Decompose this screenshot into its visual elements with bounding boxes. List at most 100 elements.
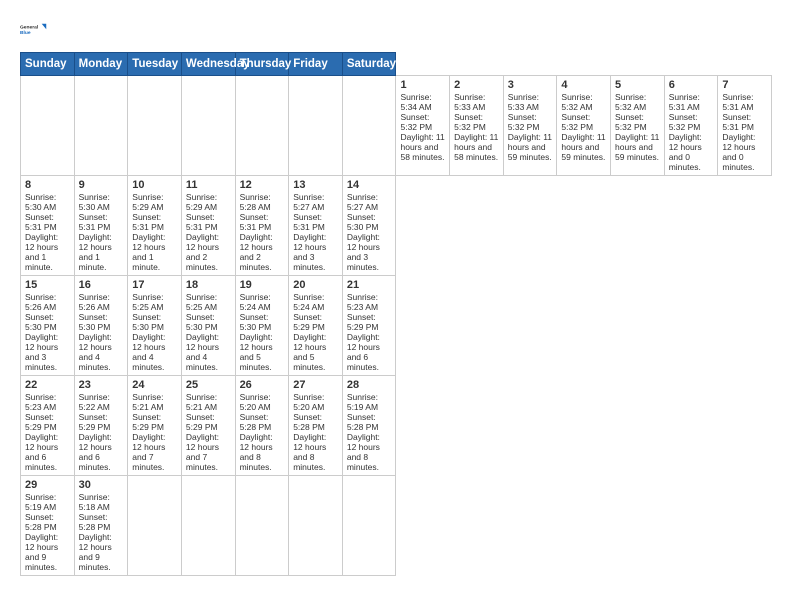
day-number: 4 xyxy=(561,79,606,91)
day-number: 17 xyxy=(132,279,177,291)
calendar-cell xyxy=(342,476,396,576)
day-header-thursday: Thursday xyxy=(235,53,289,76)
day-number: 25 xyxy=(186,379,231,391)
calendar-week-5: 29Sunrise: 5:19 AMSunset: 5:28 PMDayligh… xyxy=(21,476,772,576)
calendar-cell: 24Sunrise: 5:21 AMSunset: 5:29 PMDayligh… xyxy=(128,376,182,476)
sunset: Sunset: 5:31 PM xyxy=(722,112,754,132)
day-number: 23 xyxy=(79,379,124,391)
page: GeneralBlue SundayMondayTuesdayWednesday… xyxy=(0,0,792,612)
calendar-cell: 17Sunrise: 5:25 AMSunset: 5:30 PMDayligh… xyxy=(128,276,182,376)
daylight: Daylight: 12 hours and 3 minutes. xyxy=(293,232,326,272)
sunrise: Sunrise: 5:29 AM xyxy=(186,192,217,212)
daylight: Daylight: 12 hours and 0 minutes. xyxy=(669,132,702,172)
sunrise: Sunrise: 5:30 AM xyxy=(79,192,110,212)
sunrise: Sunrise: 5:33 AM xyxy=(454,92,485,112)
sunset: Sunset: 5:28 PM xyxy=(240,412,272,432)
day-number: 9 xyxy=(79,179,124,191)
sunrise: Sunrise: 5:19 AM xyxy=(347,392,378,412)
calendar-cell: 3Sunrise: 5:33 AMSunset: 5:32 PMDaylight… xyxy=(503,76,557,176)
calendar-cell: 12Sunrise: 5:28 AMSunset: 5:31 PMDayligh… xyxy=(235,176,289,276)
day-number: 1 xyxy=(400,79,445,91)
sunset: Sunset: 5:28 PM xyxy=(25,512,57,532)
calendar-cell xyxy=(128,476,182,576)
day-number: 6 xyxy=(669,79,714,91)
day-number: 3 xyxy=(508,79,553,91)
day-number: 22 xyxy=(25,379,70,391)
calendar-cell xyxy=(128,76,182,176)
daylight: Daylight: 11 hours and 59 minutes. xyxy=(561,132,605,162)
day-number: 28 xyxy=(347,379,392,391)
calendar-week-3: 15Sunrise: 5:26 AMSunset: 5:30 PMDayligh… xyxy=(21,276,772,376)
daylight: Daylight: 12 hours and 9 minutes. xyxy=(25,532,58,572)
sunset: Sunset: 5:31 PM xyxy=(25,212,57,232)
daylight: Daylight: 12 hours and 4 minutes. xyxy=(79,332,112,372)
day-header-friday: Friday xyxy=(289,53,343,76)
sunset: Sunset: 5:32 PM xyxy=(615,112,647,132)
logo: GeneralBlue xyxy=(20,16,48,44)
day-header-saturday: Saturday xyxy=(342,53,396,76)
sunset: Sunset: 5:31 PM xyxy=(79,212,111,232)
day-number: 19 xyxy=(240,279,285,291)
daylight: Daylight: 12 hours and 9 minutes. xyxy=(79,532,112,572)
day-number: 16 xyxy=(79,279,124,291)
daylight: Daylight: 12 hours and 1 minute. xyxy=(132,232,165,272)
sunset: Sunset: 5:28 PM xyxy=(347,412,379,432)
calendar-cell: 19Sunrise: 5:24 AMSunset: 5:30 PMDayligh… xyxy=(235,276,289,376)
sunset: Sunset: 5:31 PM xyxy=(240,212,272,232)
day-number: 26 xyxy=(240,379,285,391)
daylight: Daylight: 12 hours and 7 minutes. xyxy=(186,432,219,472)
sunset: Sunset: 5:30 PM xyxy=(240,312,272,332)
sunrise: Sunrise: 5:26 AM xyxy=(79,292,110,312)
day-header-wednesday: Wednesday xyxy=(181,53,235,76)
sunrise: Sunrise: 5:26 AM xyxy=(25,292,56,312)
calendar-cell: 8Sunrise: 5:30 AMSunset: 5:31 PMDaylight… xyxy=(21,176,75,276)
calendar-cell xyxy=(21,76,75,176)
sunset: Sunset: 5:29 PM xyxy=(79,412,111,432)
daylight: Daylight: 12 hours and 6 minutes. xyxy=(25,432,58,472)
calendar-cell: 25Sunrise: 5:21 AMSunset: 5:29 PMDayligh… xyxy=(181,376,235,476)
calendar-cell: 9Sunrise: 5:30 AMSunset: 5:31 PMDaylight… xyxy=(74,176,128,276)
sunset: Sunset: 5:31 PM xyxy=(132,212,164,232)
calendar-cell: 13Sunrise: 5:27 AMSunset: 5:31 PMDayligh… xyxy=(289,176,343,276)
day-number: 21 xyxy=(347,279,392,291)
sunrise: Sunrise: 5:18 AM xyxy=(79,492,110,512)
day-number: 29 xyxy=(25,479,70,491)
daylight: Daylight: 12 hours and 1 minute. xyxy=(79,232,112,272)
sunrise: Sunrise: 5:34 AM xyxy=(400,92,431,112)
sunset: Sunset: 5:30 PM xyxy=(347,212,379,232)
calendar-cell: 6Sunrise: 5:31 AMSunset: 5:32 PMDaylight… xyxy=(664,76,718,176)
day-header-monday: Monday xyxy=(74,53,128,76)
sunrise: Sunrise: 5:24 AM xyxy=(293,292,324,312)
sunset: Sunset: 5:29 PM xyxy=(25,412,57,432)
sunset: Sunset: 5:28 PM xyxy=(79,512,111,532)
calendar-cell xyxy=(289,76,343,176)
calendar-cell: 30Sunrise: 5:18 AMSunset: 5:28 PMDayligh… xyxy=(74,476,128,576)
daylight: Daylight: 12 hours and 5 minutes. xyxy=(240,332,273,372)
sunset: Sunset: 5:30 PM xyxy=(25,312,57,332)
sunrise: Sunrise: 5:30 AM xyxy=(25,192,56,212)
daylight: Daylight: 12 hours and 4 minutes. xyxy=(186,332,219,372)
sunrise: Sunrise: 5:33 AM xyxy=(508,92,539,112)
day-number: 8 xyxy=(25,179,70,191)
calendar-cell: 11Sunrise: 5:29 AMSunset: 5:31 PMDayligh… xyxy=(181,176,235,276)
daylight: Daylight: 11 hours and 58 minutes. xyxy=(400,132,444,162)
daylight: Daylight: 12 hours and 8 minutes. xyxy=(240,432,273,472)
sunset: Sunset: 5:31 PM xyxy=(186,212,218,232)
calendar-cell: 16Sunrise: 5:26 AMSunset: 5:30 PMDayligh… xyxy=(74,276,128,376)
calendar-cell: 22Sunrise: 5:23 AMSunset: 5:29 PMDayligh… xyxy=(21,376,75,476)
daylight: Daylight: 11 hours and 58 minutes. xyxy=(454,132,498,162)
day-number: 27 xyxy=(293,379,338,391)
day-number: 5 xyxy=(615,79,660,91)
sunrise: Sunrise: 5:21 AM xyxy=(186,392,217,412)
calendar-cell: 14Sunrise: 5:27 AMSunset: 5:30 PMDayligh… xyxy=(342,176,396,276)
day-number: 18 xyxy=(186,279,231,291)
calendar-cell: 10Sunrise: 5:29 AMSunset: 5:31 PMDayligh… xyxy=(128,176,182,276)
sunrise: Sunrise: 5:25 AM xyxy=(132,292,163,312)
sunset: Sunset: 5:31 PM xyxy=(293,212,325,232)
day-number: 2 xyxy=(454,79,499,91)
calendar-header-row: SundayMondayTuesdayWednesdayThursdayFrid… xyxy=(21,53,772,76)
calendar-cell xyxy=(181,476,235,576)
day-number: 11 xyxy=(186,179,231,191)
sunrise: Sunrise: 5:29 AM xyxy=(132,192,163,212)
calendar-cell xyxy=(235,476,289,576)
